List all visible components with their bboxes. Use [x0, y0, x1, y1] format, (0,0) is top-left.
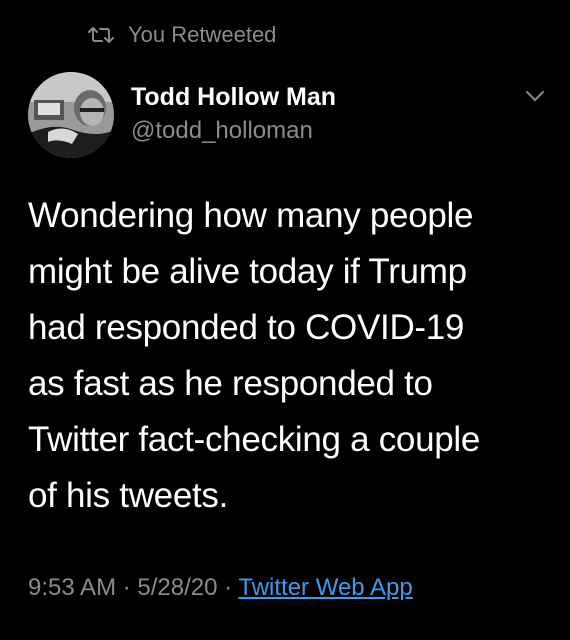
tweet-date[interactable]: 5/28/20: [137, 574, 217, 601]
separator: ·: [217, 574, 239, 601]
author-handle[interactable]: @todd_holloman: [131, 117, 313, 145]
tweet-line: might be alive today if Trump: [28, 252, 467, 291]
retweet-label: You Retweeted: [128, 22, 277, 47]
tweet-line: Wondering how many people: [28, 196, 474, 235]
profile-photo: [28, 72, 114, 158]
chevron-down-icon[interactable]: [523, 86, 547, 106]
tweet-line: had responded to COVID-19: [28, 308, 465, 347]
tweet-line: as fast as he responded to: [28, 364, 433, 403]
tweet-time[interactable]: 9:53 AM: [28, 574, 116, 601]
avatar[interactable]: [28, 72, 114, 158]
separator: ·: [116, 574, 138, 601]
tweet-meta: 9:53 AM · 5/28/20 · Twitter Web App: [28, 574, 413, 602]
tweet-text: Wondering how many people might be alive…: [28, 188, 548, 524]
retweet-icon: [88, 27, 114, 43]
tweet-line: Twitter fact-checking a couple: [28, 420, 481, 459]
author-display-name[interactable]: Todd Hollow Man: [131, 83, 336, 112]
retweet-notice: You Retweeted: [88, 20, 276, 50]
tweet-line: of his tweets.: [28, 476, 229, 515]
source-link[interactable]: Twitter Web App: [238, 574, 412, 601]
